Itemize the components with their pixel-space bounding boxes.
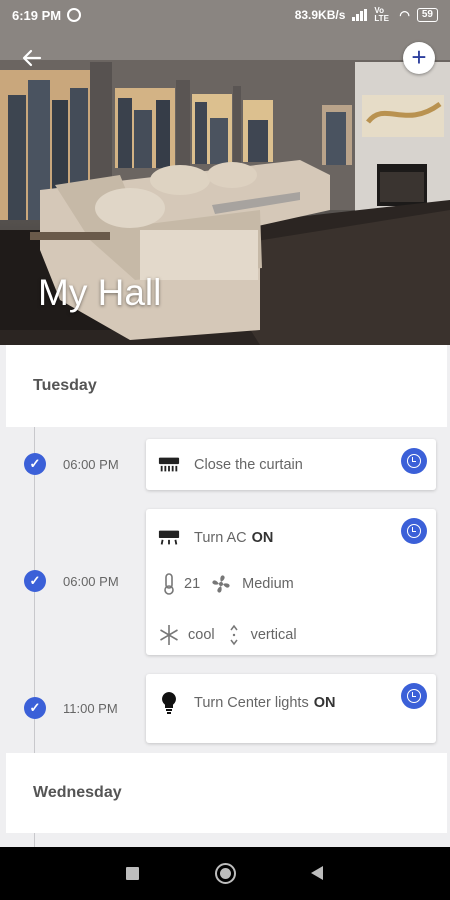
event-action: Turn Center lights	[194, 695, 309, 711]
back-button[interactable]	[20, 46, 48, 74]
system-back-icon[interactable]	[311, 866, 323, 880]
signal-icon	[352, 9, 368, 21]
home-icon[interactable]	[215, 863, 236, 884]
snooze-icon	[407, 454, 421, 468]
schedule-card-curtain[interactable]: Close the curtain	[146, 439, 436, 490]
add-schedule-button[interactable]: +	[403, 42, 435, 74]
snooze-button[interactable]	[401, 448, 427, 474]
event-state: ON	[313, 695, 336, 711]
event-time: 06:00 PM	[63, 457, 119, 472]
battery-icon: 59	[416, 8, 438, 22]
whatsapp-icon	[67, 8, 82, 22]
snooze-icon	[407, 524, 421, 538]
ac-device-icon	[158, 527, 180, 549]
network-speed: 83.9KB/s	[294, 8, 346, 22]
bulb-icon	[158, 692, 180, 714]
snooze-icon	[407, 689, 421, 703]
arrow-left-icon	[22, 49, 42, 67]
snowflake-icon	[158, 624, 180, 646]
day-header-tuesday: Tuesday	[6, 345, 447, 427]
schedule-card-lights[interactable]: Turn Center lights ON	[146, 674, 436, 743]
timeline-line	[34, 833, 35, 847]
ac-fan-speed: Medium	[242, 576, 294, 592]
room-header-image: 6:19 PM 83.9KB/s Vo LTE ◠ 59 + My Hall	[0, 0, 450, 345]
recents-icon[interactable]	[126, 867, 139, 880]
event-action: Close the curtain	[194, 457, 303, 473]
event-done-check-icon[interactable]: ✓	[24, 453, 46, 475]
event-time: 11:00 PM	[63, 701, 118, 716]
snooze-button[interactable]	[401, 518, 427, 544]
ac-mode: cool	[188, 627, 215, 643]
curtain-device-icon	[158, 454, 180, 476]
fan-icon	[210, 573, 232, 595]
ac-swing: vertical	[250, 627, 297, 643]
event-done-check-icon[interactable]: ✓	[24, 697, 46, 719]
event-state: ON	[251, 530, 274, 546]
day-label: Tuesday	[33, 377, 97, 394]
schedule-card-ac[interactable]: Turn AC ON 21 Medium cool vertical	[146, 509, 436, 655]
thermometer-icon	[158, 573, 180, 595]
day-header-wednesday: Wednesday	[6, 753, 447, 833]
wifi-icon: ◠	[399, 8, 410, 22]
swing-vertical-icon	[229, 624, 239, 646]
status-bar: 6:19 PM 83.9KB/s Vo LTE ◠ 59	[0, 0, 450, 30]
event-time: 06:00 PM	[63, 574, 119, 589]
event-action: Turn AC	[194, 530, 247, 546]
snooze-button[interactable]	[401, 683, 427, 709]
day-label: Wednesday	[33, 784, 122, 801]
event-done-check-icon[interactable]: ✓	[24, 570, 46, 592]
system-navigation-bar	[0, 847, 450, 900]
room-title: My Hall	[38, 272, 162, 313]
status-time: 6:19 PM	[12, 7, 62, 23]
volte-label: Vo LTE	[374, 6, 389, 23]
ac-temperature: 21	[184, 576, 201, 592]
plus-icon: +	[411, 42, 427, 72]
